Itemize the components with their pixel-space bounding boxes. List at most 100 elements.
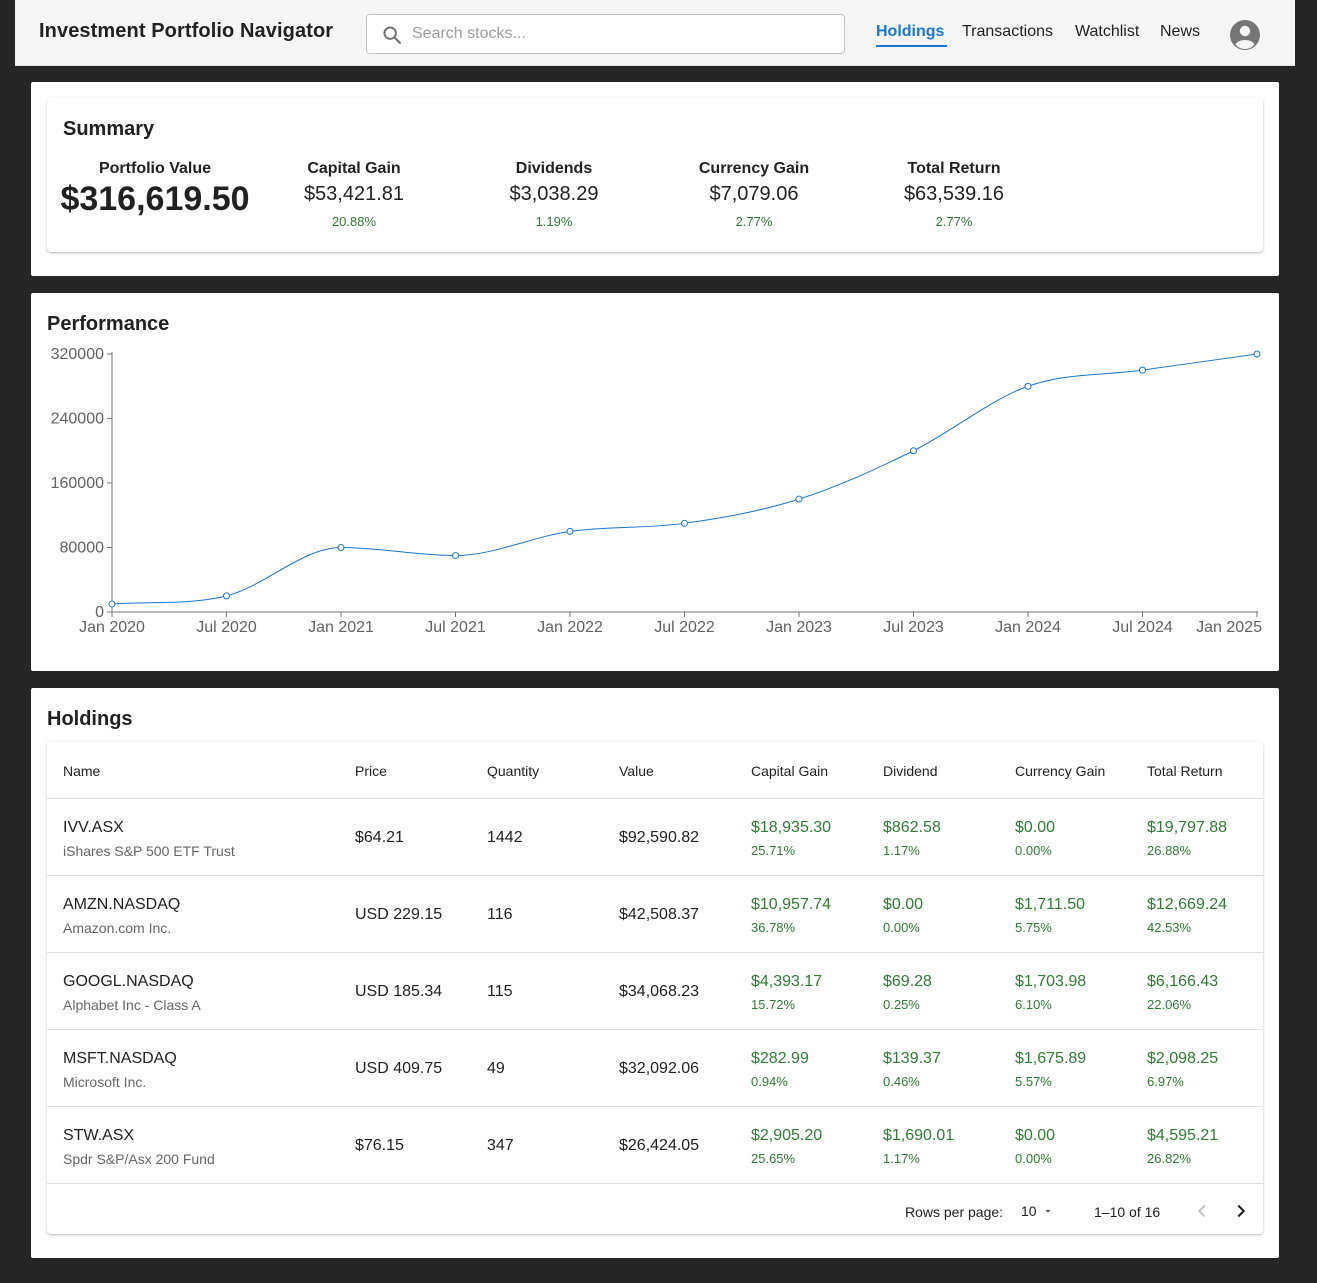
table-row[interactable]: GOOGL.NASDAQ Alphabet Inc - Class A USD … [47,953,1263,1030]
column-header-quantity[interactable]: Quantity [487,763,539,779]
arrow-drop-down-icon [1045,1209,1051,1213]
currency-gain-percent: 0.00% [1015,843,1052,858]
column-header-total-return[interactable]: Total Return [1147,763,1222,779]
metric-label: Capital Gain [307,160,401,177]
nav-active-indicator [876,45,947,47]
pagination-range: 1–10 of 16 [1094,1204,1161,1220]
chevron-right-icon[interactable] [1230,1200,1252,1222]
column-header-name[interactable]: Name [63,763,100,779]
nav-transactions[interactable]: Transactions [962,23,1053,41]
x-tick-label: Jul 2023 [883,619,944,636]
dividend-value: $1,690.01 [883,1127,955,1144]
table-row[interactable]: MSFT.NASDAQ Microsoft Inc. USD 409.75 49… [47,1030,1263,1107]
data-point [795,495,803,503]
account-circle-icon[interactable] [1229,19,1261,51]
metric-label: Portfolio Value [98,160,211,177]
summary-card: Summary Portfolio Value $316,619.50 Capi… [47,98,1263,252]
holding-value: $92,590.82 [619,829,700,846]
holding-quantity: 116 [487,906,513,923]
capital-gain-metric: Capital Gain $53,421.81 20.88% [254,160,454,229]
y-tick-label: 240000 [51,411,104,428]
chevron-left-icon[interactable] [1191,1200,1213,1222]
summary-title: Summary [63,118,155,140]
x-tick-label: Jul 2021 [425,619,486,636]
metric-value: $63,539.16 [903,183,1005,205]
y-tick-label: 160000 [51,475,104,492]
currency-gain-value: $1,711.50 [1015,896,1085,913]
holding-name: iShares S&P 500 ETF Trust [63,843,235,859]
metric-percent: 20.88% [331,214,377,229]
currency-gain-value: $1,703.98 [1015,973,1087,990]
dividend-value: $0.00 [883,896,924,913]
x-tick-label: Jan 2021 [308,619,374,636]
holding-symbol: AMZN.NASDAQ [63,896,181,913]
table-row[interactable]: STW.ASX Spdr S&P/Asx 200 Fund $76.15 347… [47,1107,1263,1184]
holding-name: Amazon.com Inc. [63,920,172,936]
capital-gain-percent: 0.94% [751,1074,788,1089]
holdings-title: Holdings [47,708,133,730]
performance-chart: 080000160000240000320000Jan 2020 Jul 2020… [51,346,1262,636]
capital-gain-value: $18,935.30 [751,819,832,836]
data-point [223,592,230,600]
rows-per-page-select[interactable]: 10 [1015,1196,1061,1226]
holdings-table: Name Price Quantity Value Capital Gain D… [47,742,1263,1234]
holding-price: $64.21 [355,829,404,846]
portfolio-value: $316,619.50 [60,180,250,218]
dividend-percent: 1.17% [883,1151,920,1166]
nav-news[interactable]: News [1160,23,1200,41]
table-pagination: Rows per page: 10 1–10 of 16 [47,1190,1263,1234]
capital-gain-percent: 15.72% [751,997,796,1012]
data-point [452,552,459,560]
x-tick-label: Jan 2022 [537,619,603,636]
column-header-currency-gain[interactable]: Currency Gain [1015,763,1105,779]
dividends-metric: Dividends $3,038.29 1.19% [454,160,654,229]
holding-quantity: 115 [487,983,513,1000]
data-point [1024,382,1032,390]
total-return-percent: 26.82% [1147,1151,1192,1166]
dividend-percent: 1.17% [883,843,920,858]
column-header-capital-gain[interactable]: Capital Gain [751,763,828,779]
dividend-percent: 0.46% [883,1074,920,1089]
x-tick-label: Jul 2020 [196,619,257,636]
holding-symbol: MSFT.NASDAQ [63,1050,177,1067]
currency-gain-percent: 0.00% [1015,1151,1052,1166]
dividend-value: $862.58 [883,819,941,836]
total-return-value: $12,669.24 [1147,896,1228,913]
holding-price: $76.15 [355,1137,404,1154]
nav-holdings[interactable]: Holdings [876,23,944,41]
data-point [108,600,116,608]
table-row[interactable]: AMZN.NASDAQ Amazon.com Inc. USD 229.15 1… [47,876,1263,953]
capital-gain-percent: 36.78% [751,920,796,935]
column-header-value[interactable]: Value [619,763,654,779]
currency-gain-percent: 5.57% [1015,1074,1052,1089]
x-tick-label: Jan 2020 [79,619,145,636]
dividend-value: $69.28 [883,973,932,990]
metric-label: Total Return [907,160,1001,177]
currency-gain-value: $0.00 [1015,1127,1056,1144]
holdings-panel: Holdings Name Price Quantity Value Capit… [31,688,1279,1258]
search-icon [383,26,401,44]
column-header-price[interactable]: Price [355,763,387,779]
column-header-dividend[interactable]: Dividend [883,763,937,779]
total-return-value: $19,797.88 [1147,819,1228,836]
total-return-percent: 6.97% [1147,1074,1184,1089]
holding-value: $34,068.23 [619,983,700,1000]
holding-price: USD 229.15 [355,906,443,923]
summary-panel: Summary Portfolio Value $316,619.50 Capi… [31,82,1279,276]
holding-price: USD 185.34 [355,983,443,1000]
app-title: Investment Portfolio Navigator [39,20,334,42]
capital-gain-value: $4,393.17 [751,973,823,990]
holding-quantity: 347 [487,1137,514,1154]
search-input[interactable] [412,15,832,53]
table-header-row: Name Price Quantity Value Capital Gain D… [47,742,1263,799]
total-return-value: $2,098.25 [1147,1050,1219,1067]
table-row[interactable]: IVV.ASX iShares S&P 500 ETF Trust $64.21… [47,799,1263,876]
holding-name: Alphabet Inc - Class A [63,997,201,1013]
metric-percent: 1.19% [535,214,573,229]
y-tick-label: 320000 [51,346,104,363]
nav-watchlist[interactable]: Watchlist [1075,23,1139,41]
capital-gain-value: $2,905.20 [751,1127,823,1144]
data-point [1139,366,1146,374]
app-bar: Investment Portfolio Navigator Holdings … [15,0,1295,66]
search-box[interactable] [366,14,845,54]
